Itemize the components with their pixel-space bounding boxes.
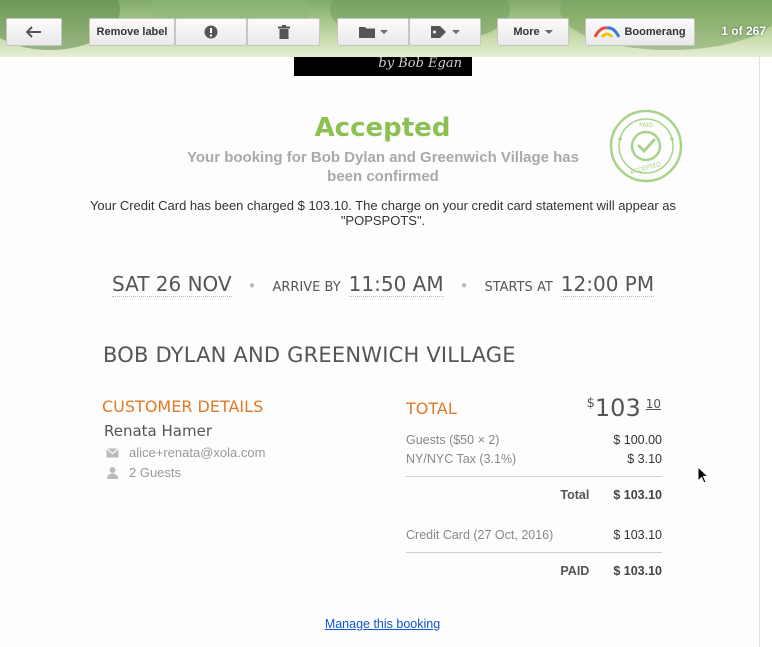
arrive-by-label: ARRIVE BY	[272, 280, 341, 295]
separator-dot: •	[459, 277, 469, 295]
total-value: $ 103.10	[613, 488, 662, 502]
total-dollars: 103	[594, 394, 641, 422]
divider	[406, 476, 662, 477]
chevron-down-icon	[544, 30, 553, 34]
line-item-value: $ 3.10	[627, 452, 662, 466]
paid-label: PAID	[560, 564, 590, 578]
separator-dot: •	[247, 277, 257, 295]
email-body: by Bob Egan Accepted Your booking for Bo…	[0, 57, 760, 647]
charge-note: Your Credit Card has been charged $ 103.…	[89, 198, 677, 228]
paid-accepted-stamp-icon: PAID ACCEPTED	[609, 109, 683, 183]
customer-details-heading: CUSTOMER DETAILS	[102, 397, 264, 416]
customer-name: Renata Hamer	[104, 422, 212, 440]
envelope-icon	[106, 447, 119, 457]
booking-date: SAT 26 NOV	[112, 272, 232, 297]
start-time: 12:00 PM	[560, 272, 655, 297]
boomerang-logo-icon	[594, 26, 621, 38]
payment-row: Credit Card (27 Oct, 2016) $ 103.10	[406, 528, 662, 542]
report-spam-button[interactable]	[175, 18, 247, 46]
payment-value: $ 103.10	[613, 528, 662, 542]
mouse-cursor-icon	[697, 466, 709, 484]
boomerang-button[interactable]: Boomerang	[585, 18, 695, 46]
message-counter: 1 of 267	[721, 24, 766, 38]
customer-guests-row: 2 Guests	[106, 465, 181, 480]
trash-icon	[277, 25, 290, 39]
booking-schedule: SAT 26 NOV • ARRIVE BY 11:50 AM • STARTS…	[112, 272, 655, 297]
total-cents: 10	[645, 397, 661, 411]
line-item-label: NY/NYC Tax (3.1%)	[406, 452, 517, 466]
paid-row: PAID $ 103.10	[406, 564, 662, 578]
gmail-toolbar: Remove label More Boomerang 1 of 267	[0, 0, 772, 57]
chevron-down-icon	[451, 30, 460, 34]
total-row: Total $ 103.10	[406, 488, 662, 502]
back-button[interactable]	[6, 18, 62, 46]
remove-label-text: Remove label	[96, 26, 168, 38]
labels-button[interactable]	[409, 18, 481, 46]
booking-confirmation-text: Your booking for Bob Dylan and Greenwich…	[186, 149, 579, 185]
more-button[interactable]: More	[497, 18, 569, 46]
divider	[406, 552, 662, 553]
currency-symbol: $	[586, 396, 595, 411]
line-item: Guests ($50 × 2) $ 100.00	[406, 433, 662, 447]
person-icon	[107, 466, 118, 479]
total-heading: TOTAL	[406, 399, 457, 418]
header-banner-image: by Bob Egan	[294, 57, 472, 76]
total-amount: $ 103 10	[587, 394, 661, 422]
stamp-top-text: PAID	[639, 122, 653, 129]
customer-guests: 2 Guests	[129, 465, 182, 480]
payment-label: Credit Card (27 Oct, 2016)	[406, 528, 554, 542]
move-to-button[interactable]	[337, 18, 409, 46]
back-arrow-icon	[26, 26, 41, 38]
manage-booking-link[interactable]: Manage this booking	[0, 617, 765, 631]
delete-button[interactable]	[247, 18, 320, 46]
event-title: BOB DYLAN AND GREENWICH VILLAGE	[103, 343, 516, 367]
report-spam-icon	[204, 25, 218, 39]
starts-at-label: STARTS AT	[484, 280, 553, 295]
customer-email: alice+renata@xola.com	[129, 445, 266, 460]
line-item-label: Guests ($50 × 2)	[406, 433, 500, 447]
paid-value: $ 103.10	[613, 564, 662, 578]
chevron-down-icon	[379, 30, 388, 34]
more-label: More	[513, 26, 540, 38]
remove-label-button[interactable]: Remove label	[89, 18, 175, 46]
stamp-bottom-text: ACCEPTED	[629, 161, 662, 176]
customer-email-row: alice+renata@xola.com	[106, 445, 265, 460]
folder-icon	[358, 27, 375, 38]
boomerang-label: Boomerang	[624, 26, 686, 38]
line-item: NY/NYC Tax (3.1%) $ 3.10	[406, 452, 662, 466]
line-item-value: $ 100.00	[613, 433, 662, 447]
arrive-time: 11:50 AM	[348, 272, 444, 297]
tag-icon	[430, 26, 446, 38]
total-label: Total	[560, 488, 590, 502]
